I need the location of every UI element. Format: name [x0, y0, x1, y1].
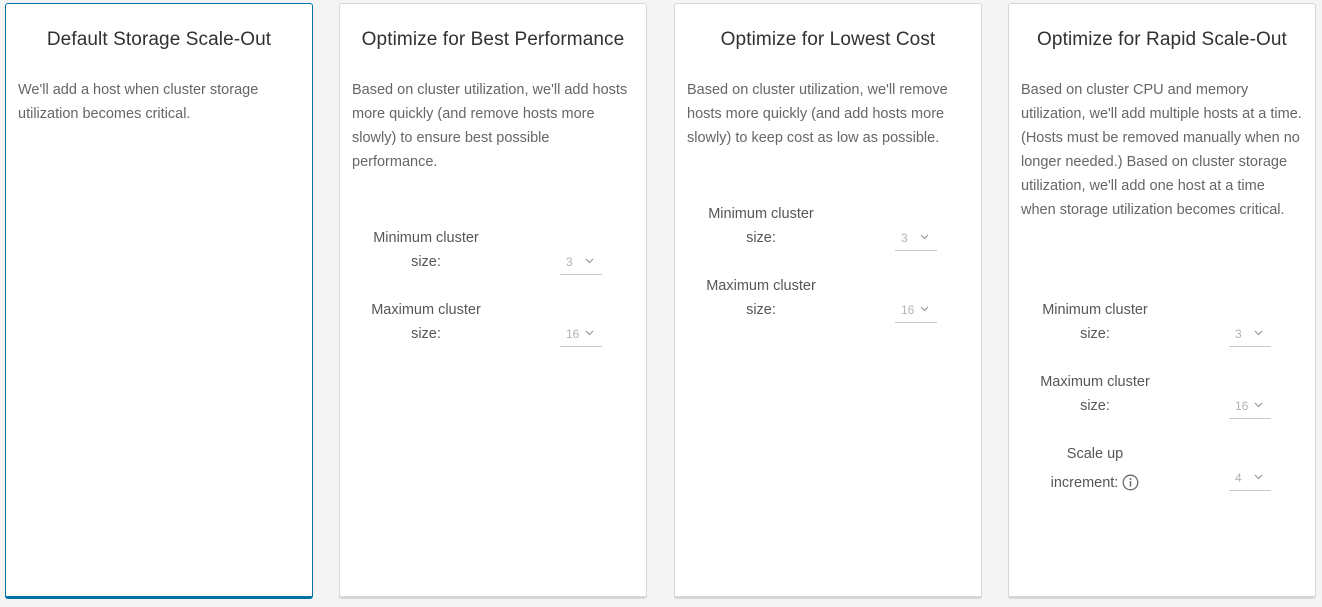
max-cluster-size-select[interactable]: 16: [895, 299, 937, 323]
chevron-down-icon: [1254, 330, 1263, 336]
card-title: Default Storage Scale-Out: [46, 29, 272, 50]
policy-card-best-performance[interactable]: Optimize for Best Performance Based on c…: [339, 3, 647, 599]
chevron-down-icon: [585, 258, 594, 264]
select-value: 3: [901, 231, 908, 245]
min-cluster-size-select[interactable]: 3: [1229, 323, 1271, 347]
select-value: 4: [1235, 471, 1242, 485]
card-description: Based on cluster CPU and memory utilizat…: [1021, 82, 1302, 218]
select-value: 16: [566, 327, 580, 341]
card-description: We'll add a host when cluster storage ut…: [18, 82, 259, 122]
card-title: Optimize for Best Performance: [361, 29, 625, 50]
chevron-down-icon: [920, 306, 929, 312]
scale-up-increment-label-line1: Scale up: [1066, 446, 1124, 462]
min-cluster-size-label: Minimum cluster size:: [708, 206, 814, 246]
scale-up-increment-label-line2: increment:: [1050, 475, 1119, 491]
card-title: Optimize for Lowest Cost: [720, 29, 936, 50]
max-cluster-size-label: Maximum cluster size:: [1040, 374, 1150, 414]
chevron-down-icon: [1254, 402, 1263, 408]
card-title: Optimize for Rapid Scale-Out: [1037, 29, 1287, 50]
policy-card-default-storage-scale-out[interactable]: Default Storage Scale-Out We'll add a ho…: [5, 3, 313, 599]
policy-card-rapid-scale-out[interactable]: Optimize for Rapid Scale-Out Based on cl…: [1008, 3, 1316, 599]
scale-up-increment-label: Scale up increment:: [1033, 442, 1157, 495]
select-value: 3: [1235, 327, 1242, 341]
policy-card-lowest-cost[interactable]: Optimize for Lowest Cost Based on cluste…: [674, 3, 982, 599]
card-description: Based on cluster utilization, we'll add …: [352, 82, 628, 170]
max-cluster-size-label: Maximum cluster size:: [371, 302, 481, 342]
min-cluster-size-select[interactable]: 3: [560, 251, 602, 275]
info-icon[interactable]: [1122, 474, 1139, 491]
select-value: 3: [566, 255, 573, 269]
scale-up-increment-select[interactable]: 4: [1229, 467, 1271, 491]
select-value: 16: [1235, 399, 1249, 413]
card-description: Based on cluster utilization, we'll remo…: [687, 82, 948, 146]
min-cluster-size-select[interactable]: 3: [895, 227, 937, 251]
max-cluster-size-select[interactable]: 16: [560, 323, 602, 347]
chevron-down-icon: [585, 330, 594, 336]
min-cluster-size-label: Minimum cluster size:: [373, 230, 479, 270]
select-value: 16: [901, 303, 915, 317]
min-cluster-size-label: Minimum cluster size:: [1042, 302, 1148, 342]
max-cluster-size-select[interactable]: 16: [1229, 395, 1271, 419]
max-cluster-size-label: Maximum cluster size:: [706, 278, 816, 318]
chevron-down-icon: [920, 234, 929, 240]
chevron-down-icon: [1254, 474, 1263, 480]
